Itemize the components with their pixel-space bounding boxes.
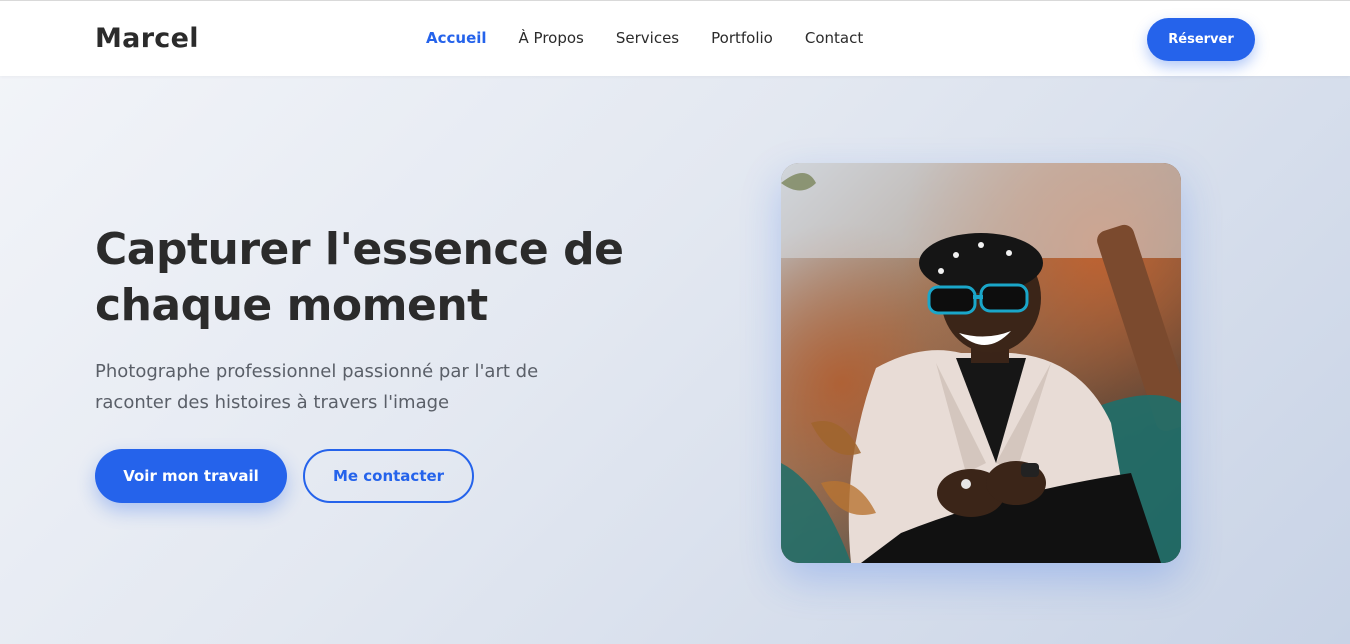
nav-link-accueil[interactable]: Accueil <box>426 29 487 47</box>
view-work-button[interactable]: Voir mon travail <box>95 449 287 503</box>
hero-title: Capturer l'essence de chaque moment <box>95 224 624 331</box>
main-nav: Accueil À Propos Services Portfolio Cont… <box>426 29 863 47</box>
hero-photo <box>781 163 1181 563</box>
top-navbar: Marcel Accueil À Propos Services Portfol… <box>0 0 1350 76</box>
site-logo[interactable]: Marcel <box>95 23 199 54</box>
portrait-photo-illustration <box>781 163 1181 563</box>
hero-subtitle: Photographe professionnel passionné par … <box>95 361 539 413</box>
nav-link-contact[interactable]: Contact <box>805 29 863 47</box>
contact-me-button[interactable]: Me contacter <box>303 449 474 503</box>
nav-link-services[interactable]: Services <box>616 29 679 47</box>
reserve-button[interactable]: Réserver <box>1147 18 1255 61</box>
nav-link-a-propos[interactable]: À Propos <box>519 29 584 47</box>
nav-link-portfolio[interactable]: Portfolio <box>711 29 773 47</box>
